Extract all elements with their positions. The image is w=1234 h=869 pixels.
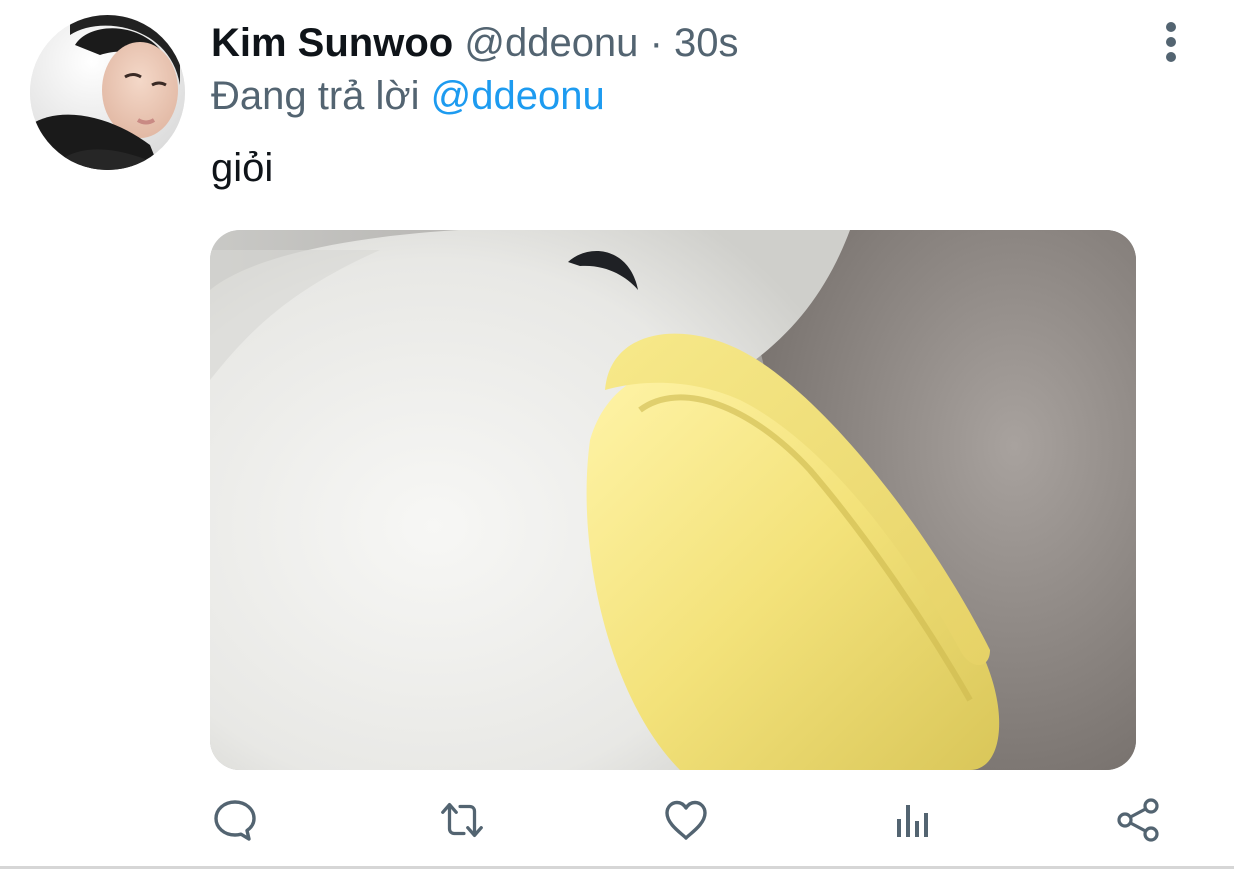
author-handle[interactable]: @ddeonu	[464, 21, 638, 65]
share-button[interactable]	[1113, 795, 1163, 845]
reply-icon	[214, 800, 256, 841]
plush-duck-photo	[210, 230, 1136, 770]
more-options-button[interactable]	[1150, 18, 1192, 66]
author-display-name[interactable]: Kim Sunwoo	[211, 21, 453, 65]
heart-icon	[665, 800, 707, 840]
tweet-action-bar	[0, 790, 1234, 850]
replying-to-label: Đang trả lời	[211, 74, 420, 118]
share-icon	[1117, 798, 1159, 842]
reply-mention-link[interactable]: @ddeonu	[431, 74, 605, 118]
retweet-button[interactable]	[437, 795, 487, 845]
tweet-text: giỏi	[211, 146, 274, 190]
reply-button[interactable]	[210, 795, 260, 845]
tweet-header: Kim Sunwoo @ddeonu · 30s	[211, 18, 739, 68]
header-separator: ·	[649, 21, 663, 65]
tweet-timestamp[interactable]: 30s	[674, 21, 739, 65]
avatar[interactable]	[30, 15, 185, 170]
retweet-icon	[441, 802, 483, 838]
replying-to: Đang trả lời @ddeonu	[211, 72, 605, 120]
tweet-card[interactable]: Kim Sunwoo @ddeonu · 30s Đang trả lời @d…	[0, 0, 1234, 866]
tweet-media-image[interactable]	[210, 230, 1136, 770]
bar-chart-icon	[897, 805, 928, 837]
like-button[interactable]	[661, 795, 711, 845]
more-vertical-icon	[1166, 22, 1176, 62]
views-button[interactable]	[887, 795, 937, 845]
avatar-photo	[30, 15, 185, 170]
